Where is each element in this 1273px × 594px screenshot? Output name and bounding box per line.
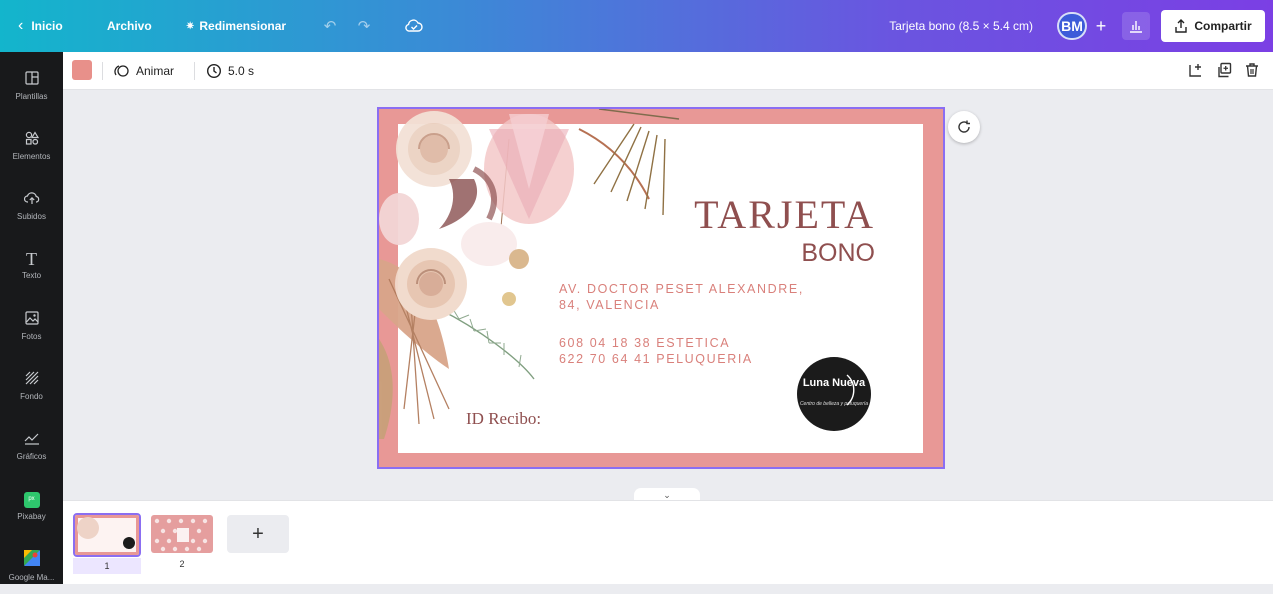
sparkle-icon: ✷ xyxy=(186,20,195,32)
sidebar-item-graficos[interactable]: Gráficos xyxy=(0,418,63,474)
vertical-scrollbar[interactable] xyxy=(1262,92,1270,492)
sidebar-label: Gráficos xyxy=(16,452,47,461)
color-swatch-button[interactable] xyxy=(72,60,92,80)
thumbnail-pattern xyxy=(154,518,208,552)
undo-icon[interactable]: ↶ xyxy=(318,14,342,38)
share-label: Compartir xyxy=(1194,19,1252,33)
text-icon: T xyxy=(26,249,37,269)
thumbnail-logo xyxy=(123,537,135,549)
cloud-saved-icon[interactable] xyxy=(402,14,426,38)
add-page-toolbar-icon[interactable] xyxy=(1188,62,1204,82)
pages-strip: 1 2 + xyxy=(63,500,1273,584)
sidebar-item-google-maps[interactable]: Google Ma... xyxy=(0,538,63,594)
shapes-icon xyxy=(25,131,39,148)
resize-label: Redimensionar xyxy=(199,19,287,33)
sidebar-label: Fondo xyxy=(20,392,43,401)
sidebar-item-elementos[interactable]: Elementos xyxy=(0,118,63,174)
animate-label: Animar xyxy=(136,64,175,78)
card-title[interactable]: TARJETA xyxy=(694,191,875,238)
duplicate-page-icon[interactable] xyxy=(1216,62,1232,82)
share-upload-icon xyxy=(1175,19,1188,33)
toolbar-divider xyxy=(194,62,195,80)
card-phones[interactable]: 608 04 18 38 ESTETICA 622 70 64 41 PELUQ… xyxy=(559,335,753,367)
pixabay-icon: px xyxy=(23,491,40,508)
editor-toolbar: Animar 5.0 s xyxy=(63,52,1273,90)
google-maps-icon xyxy=(23,550,40,569)
sidebar-item-plantillas[interactable]: Plantillas xyxy=(0,58,63,114)
card-subtitle[interactable]: BONO xyxy=(801,239,875,268)
page-thumbnail-2[interactable] xyxy=(151,515,213,553)
bar-chart-svg xyxy=(1130,21,1142,33)
id-recibo-label[interactable]: ID Recibo: xyxy=(466,409,541,429)
toolbar-divider xyxy=(102,62,103,80)
page-thumbnail-1[interactable] xyxy=(73,513,141,557)
page-number-1[interactable]: 1 xyxy=(73,558,141,574)
chevron-down-icon: ⌄ xyxy=(663,489,671,500)
layout-icon xyxy=(24,71,39,88)
resize-button[interactable]: ✷ Redimensionar xyxy=(186,0,286,52)
sidebar-item-fotos[interactable]: Fotos xyxy=(0,298,63,354)
avatar[interactable]: BM xyxy=(1057,12,1087,40)
page-number-2[interactable]: 2 xyxy=(151,559,213,569)
sidebar-item-pixabay[interactable]: px Pixabay xyxy=(0,478,63,534)
sidebar-label: Google Ma... xyxy=(8,573,55,582)
sidebar-label: Texto xyxy=(21,271,42,280)
thumbnail-flowers xyxy=(77,517,99,539)
clock-icon xyxy=(206,63,222,79)
image-icon xyxy=(24,311,39,328)
chart-icon xyxy=(24,431,40,448)
insights-icon[interactable] xyxy=(1122,12,1150,40)
top-bar: ‹ Inicio Archivo ✷ Redimensionar ↶ ↷ Tar… xyxy=(0,0,1273,52)
add-page-button[interactable]: + xyxy=(227,515,289,553)
share-button[interactable]: Compartir xyxy=(1161,10,1265,42)
duration-button[interactable]: 5.0 s xyxy=(206,52,254,90)
background-icon xyxy=(25,371,39,388)
cloud-check-svg xyxy=(405,19,423,32)
sidebar-item-subidos[interactable]: Subidos xyxy=(0,178,63,234)
sidebar-label: Elementos xyxy=(12,152,51,161)
sidebar-label: Plantillas xyxy=(15,92,48,101)
sidebar-label: Subidos xyxy=(17,212,46,221)
luna-nueva-logo[interactable]: Luna Nueva Centro de belleza y peluquerí… xyxy=(797,357,871,431)
back-home-button[interactable]: ‹ Inicio xyxy=(18,0,63,52)
sidebar-label: Pixabay xyxy=(17,511,46,521)
file-menu-label: Archivo xyxy=(107,19,152,33)
back-home-label: Inicio xyxy=(31,19,63,33)
logo-subtext: Centro de belleza y peluquería xyxy=(799,401,869,407)
animate-button[interactable]: Animar xyxy=(114,52,174,90)
address-line: 84, VALENCIA xyxy=(559,298,660,312)
animate-icon xyxy=(114,65,129,77)
floral-decoration-image[interactable] xyxy=(379,109,699,439)
phone-line: 608 04 18 38 ESTETICA xyxy=(559,336,731,350)
redo-icon[interactable]: ↷ xyxy=(352,14,376,38)
moon-icon xyxy=(846,374,855,406)
regenerate-icon[interactable] xyxy=(948,111,980,143)
left-sidebar: Plantillas Elementos Subidos T Texto Fot… xyxy=(0,52,63,584)
document-title[interactable]: Tarjeta bono (8.5 × 5.4 cm) xyxy=(889,0,1033,52)
phone-line: 622 70 64 41 PELUQUERIA xyxy=(559,352,753,366)
chevron-left-icon: ‹ xyxy=(18,17,24,34)
address-line: AV. DOCTOR PESET ALEXANDRE, xyxy=(559,282,804,296)
sidebar-label: Fotos xyxy=(21,332,42,341)
card-address[interactable]: AV. DOCTOR PESET ALEXANDRE, 84, VALENCIA xyxy=(559,281,804,313)
sidebar-item-fondo[interactable]: Fondo xyxy=(0,358,63,414)
add-collaborator-icon[interactable]: + xyxy=(1089,12,1113,40)
logo-text: Luna Nueva xyxy=(802,377,866,389)
cloud-upload-icon xyxy=(23,191,40,208)
delete-page-icon[interactable] xyxy=(1244,62,1260,82)
file-menu-button[interactable]: Archivo xyxy=(107,0,152,52)
duration-label: 5.0 s xyxy=(228,64,255,78)
sidebar-item-texto[interactable]: T Texto xyxy=(0,238,63,294)
